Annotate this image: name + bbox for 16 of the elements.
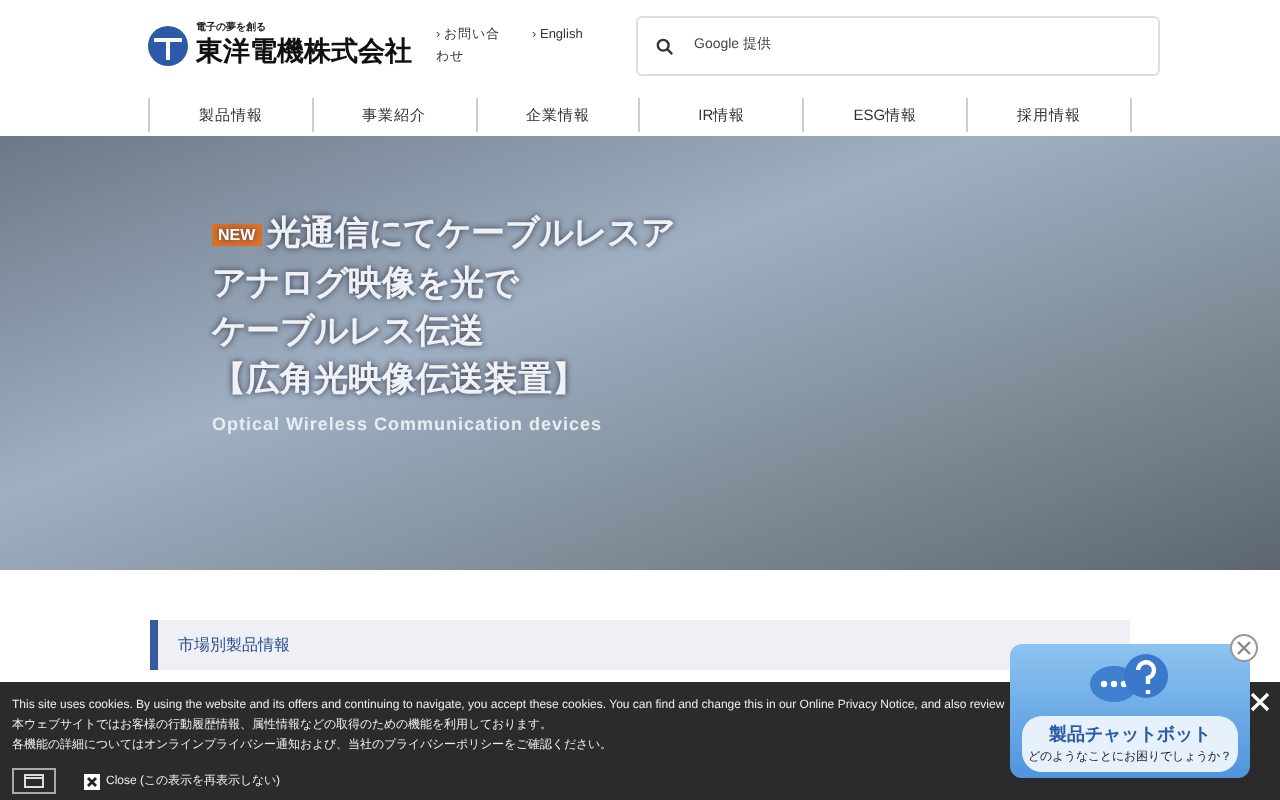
hero-headline: 【広角光映像伝送装置】 bbox=[212, 357, 588, 402]
hero-headline: NEW 光通信にてケーブルレスア bbox=[212, 212, 1280, 258]
company-name: 東洋電機株式会社 bbox=[196, 34, 412, 70]
close-icon bbox=[1236, 640, 1252, 656]
window-icon bbox=[24, 774, 44, 788]
window-button[interactable] bbox=[12, 768, 56, 794]
hero-headline: アナログ映像を光で bbox=[212, 261, 522, 306]
logo-icon bbox=[148, 25, 188, 65]
new-badge: NEW bbox=[212, 223, 262, 246]
hero-subtitle: Optical Wireless Communication devices bbox=[212, 413, 604, 434]
search-icon bbox=[656, 37, 674, 55]
close-icon bbox=[86, 775, 98, 787]
hero-headline: ケーブルレス伝送 bbox=[212, 309, 486, 354]
chatbot-title: 製品チャットボット bbox=[1049, 722, 1211, 748]
close-icon bbox=[1248, 690, 1272, 714]
section-title: 市場別製品情報 bbox=[178, 634, 290, 656]
